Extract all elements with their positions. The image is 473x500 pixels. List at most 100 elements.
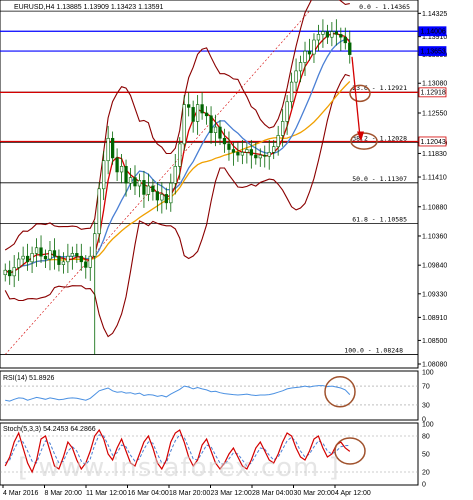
eurusd-chart: 0.0 - 1.1436523.6 - 1.1292138.2 - 1.1202…	[0, 0, 473, 500]
candle-body	[191, 107, 195, 122]
rsi-header: RSI(14) 51.8926	[3, 375, 54, 382]
stoch-tick-label: 20	[422, 470, 430, 477]
candle-body	[343, 36, 347, 44]
price-tick-label: 1.11410	[422, 175, 447, 182]
candle-body	[213, 126, 218, 133]
time-tick-label: 18 Mar 20:00	[169, 490, 210, 497]
candle-body	[236, 152, 240, 156]
price-label-text: 1.12043	[421, 139, 446, 146]
candle-body	[272, 146, 276, 153]
price-tick-label: 1.12550	[422, 111, 447, 118]
time-tick-label: 11 Mar 12:00	[86, 490, 127, 497]
candle-body	[84, 261, 88, 268]
candle-body	[155, 191, 160, 201]
time-tick-label: 23 Mar 12:00	[211, 490, 252, 497]
candle-body	[330, 31, 334, 38]
candle-body	[303, 50, 307, 63]
candle-body	[321, 31, 325, 35]
candle-body	[294, 70, 298, 83]
candle-body	[249, 149, 253, 156]
fib-label: 100.0 - 1.08248	[344, 347, 403, 355]
candle-body	[21, 255, 25, 260]
candle-body	[276, 135, 280, 147]
candle-body	[66, 255, 70, 263]
candle-body	[110, 137, 115, 159]
stoch-header: Stoch(5,3,3) 54.2453 64.2866	[3, 426, 96, 433]
candle-body	[169, 182, 173, 204]
fib-label: 50.0 - 1.11307	[352, 175, 407, 183]
candle-body	[173, 166, 177, 184]
candle-body	[133, 177, 137, 187]
candle-body	[231, 149, 236, 153]
candle-body	[339, 34, 343, 38]
price-axis: 1.143251.139101.135901.130801.125501.120…	[418, 11, 447, 369]
rsi-tick-label: 70	[422, 384, 430, 391]
candle-body	[289, 81, 294, 103]
candle-body	[218, 126, 222, 139]
stoch-tick-label: 80	[422, 434, 430, 441]
candle-body	[12, 267, 16, 277]
candle-body	[182, 104, 186, 145]
rsi-panel	[0, 370, 419, 421]
candle-body	[281, 121, 285, 136]
stoch-tick-label: 100	[422, 422, 434, 429]
main-header: EURUSD,H4 1.13885 1.13909 1.13423 1.1359…	[14, 4, 164, 11]
candle-body	[312, 39, 316, 55]
candle-body	[124, 166, 128, 184]
candle-body	[227, 143, 231, 150]
price-tick-label: 1.10880	[422, 204, 447, 211]
stoch-tick-label: 0	[422, 482, 426, 489]
stoch-tick-label: 50	[422, 452, 430, 459]
candle-body	[34, 247, 39, 254]
candle-body	[137, 180, 142, 187]
price-tick-label: 1.08080	[422, 362, 447, 369]
time-tick-label: 16 Mar 04:00	[128, 490, 169, 497]
time-tick-label: 4 Mar 2016	[3, 490, 39, 497]
candle-body	[30, 253, 34, 263]
time-tick-label: 28 Mar 04:00	[252, 490, 293, 497]
candle-body	[146, 185, 151, 195]
price-tick-label: 1.08500	[422, 338, 447, 345]
price-tick-label: 1.09330	[422, 291, 447, 298]
price-label-text: 1.13653	[421, 48, 446, 55]
price-label-text: 1.12918	[421, 90, 446, 97]
candle-body	[79, 255, 83, 263]
price-tick-label: 1.14325	[422, 11, 447, 18]
candle	[97, 182, 101, 243]
candle-body	[178, 143, 182, 167]
candle-body	[316, 34, 321, 41]
candle-body	[106, 137, 110, 162]
candle-body	[43, 255, 48, 260]
candle-body	[102, 160, 106, 190]
candle-body	[263, 154, 267, 157]
candle-body	[307, 50, 312, 55]
candle-body	[151, 185, 155, 192]
candle-body	[48, 250, 52, 260]
candle-body	[195, 104, 200, 122]
price-label-text: 1.14006	[421, 29, 446, 36]
candle-body	[93, 233, 97, 257]
candle-body	[334, 31, 338, 35]
candle-body	[88, 255, 92, 268]
candle-body	[164, 194, 168, 204]
candle-body	[245, 149, 249, 153]
candle-body	[57, 255, 61, 265]
candle-body	[70, 253, 74, 257]
candle-body	[258, 154, 262, 159]
candle-body	[3, 269, 7, 276]
candle-body	[52, 250, 57, 257]
candle-body	[325, 31, 330, 38]
price-tick-label: 1.13080	[422, 81, 447, 88]
candle-body	[97, 188, 101, 235]
time-tick-label: 8 Mar 20:00	[45, 490, 82, 497]
candle-body	[204, 112, 209, 117]
time-axis: 4 Mar 2016 8 Mar 20:00 11 Mar 12:00 16 Mar …	[2, 485, 371, 497]
candle-body	[240, 152, 245, 156]
rsi-tick-label: 100	[422, 370, 434, 377]
candle-body	[128, 177, 133, 184]
candle-body	[142, 180, 146, 195]
candle-body	[285, 101, 289, 122]
price-tick-label: 1.08910	[422, 315, 447, 322]
candle-body	[348, 42, 352, 55]
candle-body	[160, 194, 164, 201]
